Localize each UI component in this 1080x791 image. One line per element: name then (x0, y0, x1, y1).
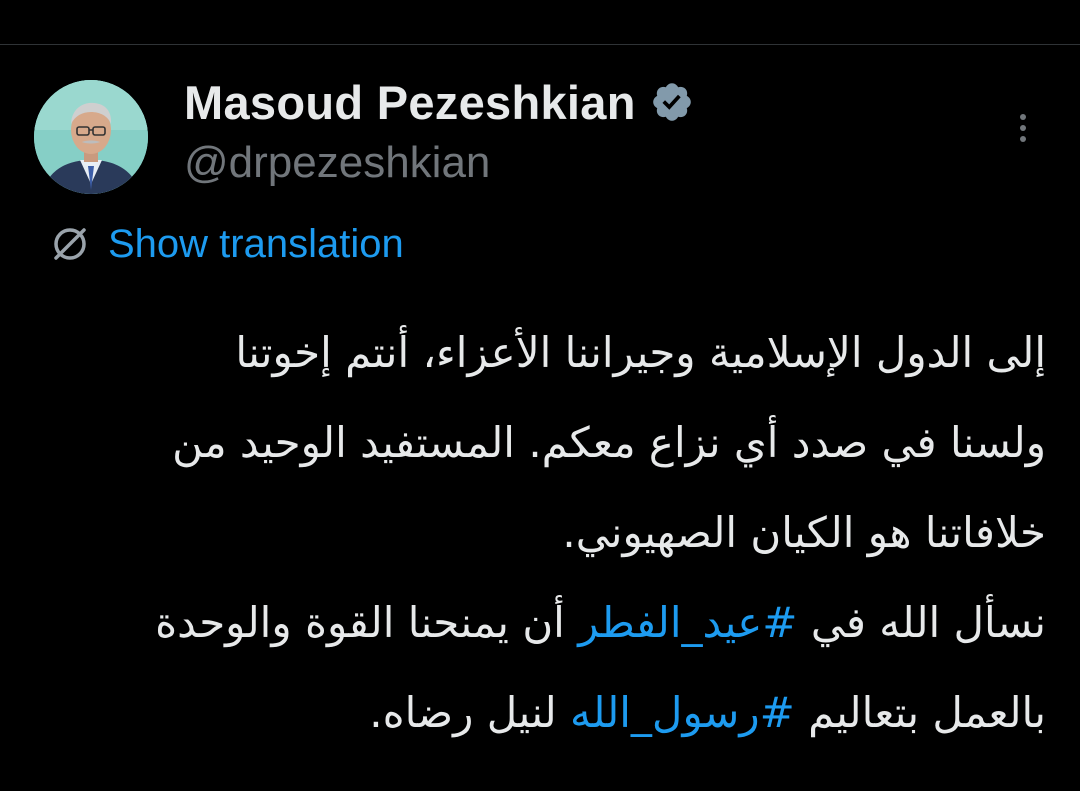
translate-icon (46, 220, 94, 268)
more-vertical-icon[interactable] (1008, 108, 1038, 148)
tweet-text-segment: بالعمل بتعاليم (794, 688, 1046, 737)
display-name-row: Masoud Pezeshkian (184, 72, 694, 132)
hashtag-link[interactable]: #رسول_الله (570, 688, 795, 737)
show-translation-link[interactable]: Show translation (46, 218, 404, 270)
tweet-line: بالعمل بتعاليم #رسول_الله لنيل رضاه. (40, 668, 1046, 758)
tweet-line: نسأل الله في #عيد_الفطر أن يمنحنا القوة … (40, 578, 1046, 668)
display-name[interactable]: Masoud Pezeshkian (184, 75, 636, 130)
tweet-line: إلى الدول الإسلامية وجيراننا الأعزاء، أن… (235, 328, 1046, 377)
verified-badge-icon[interactable] (650, 80, 694, 124)
avatar[interactable] (34, 80, 148, 194)
tweet-text-segment: نسأل الله في (797, 598, 1046, 647)
tweet-text-segment: لنيل رضاه. (369, 688, 571, 737)
avatar-photo (34, 80, 148, 194)
top-divider (0, 44, 1080, 45)
tweet-line: ولسنا في صدد أي نزاع معكم. المستفيد الوح… (172, 418, 1046, 467)
author-handle[interactable]: @drpezeshkian (184, 138, 490, 188)
tweet-text: إلى الدول الإسلامية وجيراننا الأعزاء، أن… (40, 308, 1046, 758)
hashtag-link[interactable]: #عيد_الفطر (578, 598, 797, 647)
tweet-text-segment: أن يمنحنا القوة والوحدة (155, 598, 579, 647)
show-translation-label[interactable]: Show translation (108, 222, 404, 267)
tweet-line: خلافاتنا هو الكيان الصهيوني. (562, 508, 1046, 557)
